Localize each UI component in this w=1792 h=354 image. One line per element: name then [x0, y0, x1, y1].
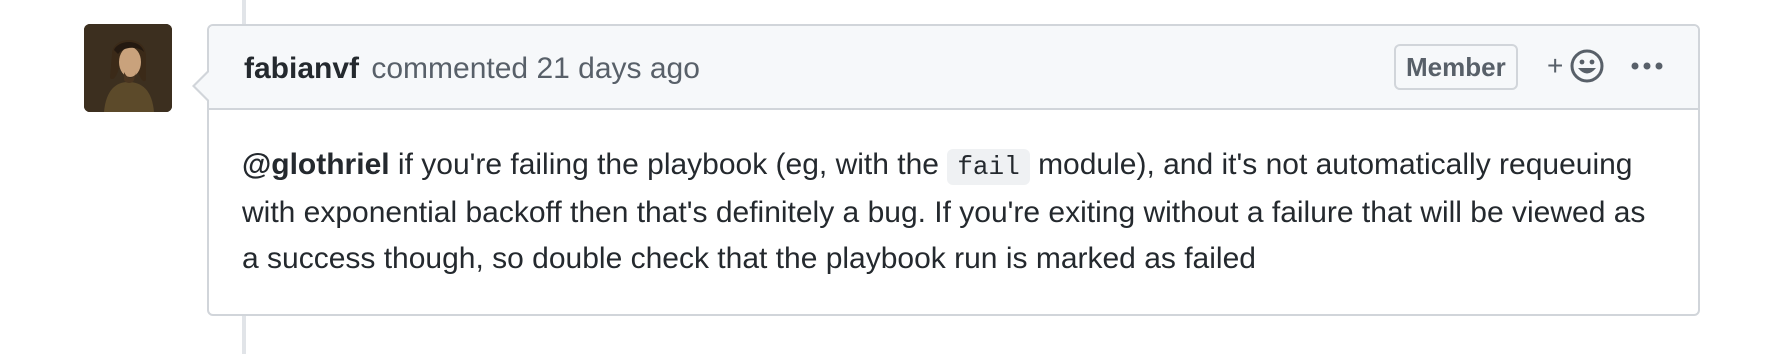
add-reaction-button[interactable]: +: [1547, 46, 1609, 86]
comment-caret: [192, 70, 209, 102]
more-options-button[interactable]: [1625, 46, 1669, 86]
author-link[interactable]: fabianvf: [244, 52, 359, 85]
user-mention-link[interactable]: @glothriel: [242, 148, 390, 181]
comment-action: commented: [371, 52, 529, 85]
avatar[interactable]: [84, 24, 172, 112]
inline-code: fail: [947, 149, 1030, 185]
avatar-image: [84, 24, 172, 112]
kebab-horizontal-icon: [1631, 62, 1663, 70]
comment-header-text: fabianvf commented 21 days ago: [244, 52, 700, 86]
comment-box: fabianvf commented 21 days ago Member + …: [192, 24, 1700, 316]
comment-body: @glothriel if you're failing the playboo…: [242, 142, 1662, 282]
reaction-plus: +: [1547, 50, 1563, 81]
role-badge: Member: [1394, 44, 1518, 90]
comment-timestamp[interactable]: 21 days ago: [536, 52, 699, 85]
smiley-icon: +: [1547, 49, 1604, 83]
comment-header: fabianvf commented 21 days ago Member +: [209, 26, 1698, 110]
comment-text-part1: if you're failing the playbook (eg, with…: [389, 148, 948, 181]
